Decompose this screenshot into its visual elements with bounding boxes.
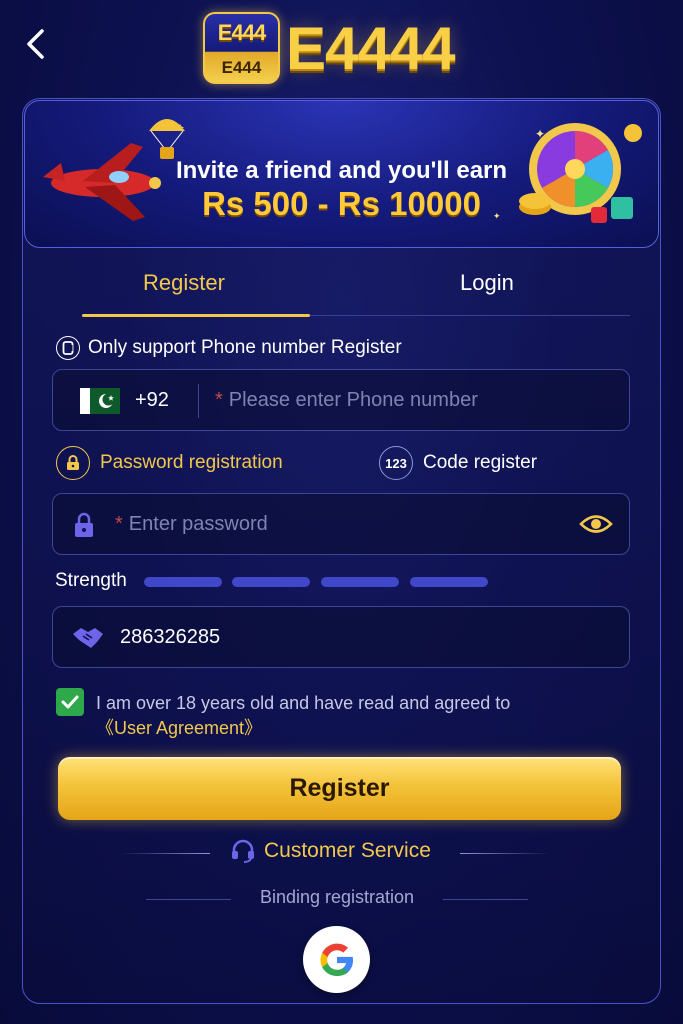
code-register-option[interactable]: 123 Code register (379, 446, 537, 480)
register-mode-selector: Password registration 123 Code register (56, 446, 616, 482)
country-code[interactable]: +92 (135, 389, 169, 412)
phone-icon (56, 336, 80, 360)
headset-icon (232, 839, 254, 863)
customer-service-row: Customer Service (120, 838, 560, 868)
logo-badge-bottom-text: E444 (221, 58, 262, 77)
lock-icon (56, 446, 90, 480)
agreement-text: I am over 18 years old and have read and… (96, 693, 511, 713)
password-registration-label: Password registration (100, 452, 283, 473)
password-registration-option[interactable]: Password registration (56, 446, 283, 480)
divider-line (120, 853, 210, 854)
brand-title: E4444 (286, 15, 455, 82)
pakistan-flag-icon[interactable] (80, 388, 120, 414)
banner-reward-range: Rs 500 - Rs 10000 (202, 185, 481, 222)
auth-tabs: Register Login (82, 262, 630, 317)
password-input[interactable]: * Enter password (115, 513, 268, 536)
handshake-icon (73, 628, 103, 648)
phone-support-note: Only support Phone number Register (56, 336, 402, 360)
logo-badge-top-text: E444 (217, 20, 266, 45)
strength-bar-segment (232, 577, 310, 587)
phone-input[interactable]: * Please enter Phone number (215, 389, 478, 412)
password-placeholder: Enter password (128, 513, 268, 535)
google-login-button[interactable] (303, 926, 370, 993)
back-button[interactable] (22, 26, 52, 62)
phone-field[interactable]: +92 * Please enter Phone number (52, 369, 630, 431)
agreement-row: I am over 18 years old and have read and… (56, 688, 616, 742)
tab-login[interactable]: Login (460, 270, 514, 296)
number-code-icon: 123 (379, 446, 413, 480)
tab-register[interactable]: Register (143, 270, 225, 296)
active-tab-indicator (82, 314, 310, 317)
invite-code-field[interactable]: 286326285 (52, 606, 630, 668)
user-agreement-link[interactable]: 《User Agreement》 (96, 716, 510, 741)
required-mark: * (115, 513, 123, 535)
app-logo: E444 E444 (203, 12, 280, 84)
eye-icon[interactable] (579, 511, 613, 537)
strength-bar-segment (410, 577, 488, 587)
header: E444 E444 E4444 (0, 0, 683, 96)
binding-registration-row: Binding registration (146, 886, 528, 912)
divider-line (443, 899, 528, 900)
register-button[interactable]: Register (58, 757, 621, 820)
chevron-left-icon (27, 29, 44, 59)
agreement-checkbox[interactable] (56, 688, 84, 716)
invite-code-input[interactable]: 286326285 (120, 626, 220, 649)
password-field[interactable]: * Enter password (52, 493, 630, 555)
strength-bar-segment (144, 577, 222, 587)
google-icon (320, 943, 353, 976)
phone-support-text: Only support Phone number Register (88, 337, 402, 358)
customer-service-button[interactable]: Customer Service (230, 838, 431, 864)
agreement-text-block: I am over 18 years old and have read and… (96, 691, 510, 741)
code-register-label: Code register (423, 452, 538, 473)
divider-line (460, 853, 550, 854)
binding-registration-label: Binding registration (259, 887, 415, 907)
lock-icon (75, 512, 93, 537)
required-mark: * (215, 389, 223, 411)
checkmark-icon (61, 695, 79, 709)
strength-bar-segment (321, 577, 399, 587)
invite-banner[interactable]: ✦ ✦ ✦ Invite a friend and you'll earn Rs… (24, 100, 659, 248)
banner-headline: Invite a friend and you'll earn (175, 157, 508, 184)
phone-placeholder: Please enter Phone number (228, 389, 478, 411)
strength-label: Strength (55, 570, 127, 591)
parachute-icon (149, 119, 185, 159)
field-divider (198, 384, 199, 418)
customer-service-label: Customer Service (264, 839, 431, 862)
